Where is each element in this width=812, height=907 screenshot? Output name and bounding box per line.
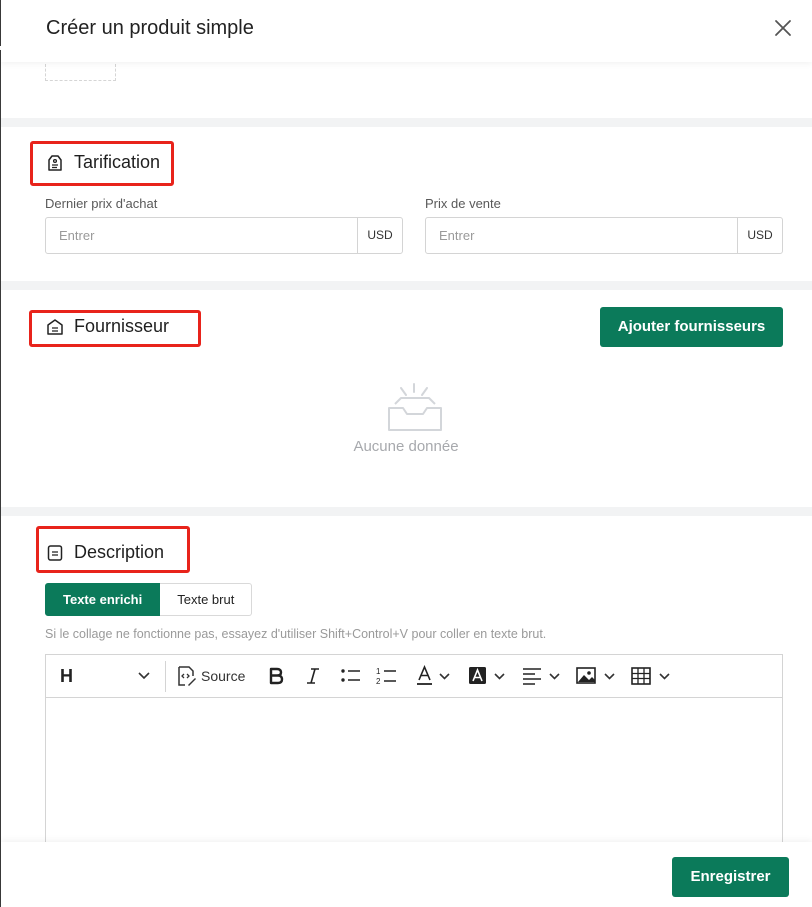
supplier-section-header: Fournisseur (46, 316, 169, 337)
section-divider (1, 507, 812, 516)
image-upload-placeholder-edge (45, 64, 116, 81)
section-divider (1, 118, 812, 127)
sale-price-currency: USD (737, 218, 782, 253)
description-section-header: Description (46, 542, 164, 563)
editor-mode-tabs: Texte enrichi Texte brut (45, 583, 253, 616)
add-supplier-button[interactable]: Ajouter fournisseurs (600, 307, 783, 347)
align-icon (523, 668, 560, 685)
sale-price-label: Prix de vente (425, 196, 501, 211)
bold-icon (269, 667, 284, 685)
heading-label: H (60, 665, 73, 686)
supplier-title: Fournisseur (74, 316, 170, 336)
align-button[interactable] (522, 655, 562, 697)
bold-button[interactable] (268, 655, 284, 697)
pricing-section-header: Tarification (46, 152, 160, 173)
dialog-footer: Enregistrer (1, 842, 812, 907)
numbered-list-icon: 1 2 (376, 667, 396, 686)
svg-text:2: 2 (376, 677, 381, 686)
image-button[interactable] (576, 655, 618, 697)
save-button[interactable]: Enregistrer (672, 857, 789, 897)
paste-hint: Si le collage ne fonctionne pas, essayez… (45, 627, 547, 641)
font-color-icon (417, 665, 450, 685)
table-icon (631, 667, 670, 685)
table-button[interactable] (631, 655, 673, 697)
dialog-title: Créer un produit simple (46, 17, 254, 39)
image-icon (576, 667, 615, 684)
rich-text-editor: H Source 1 2 (45, 654, 783, 854)
sale-price-placeholder[interactable]: Entrer (426, 218, 737, 253)
tab-rich-text[interactable]: Texte enrichi (45, 583, 161, 616)
tab-plain-text[interactable]: Texte brut (160, 583, 253, 616)
purchase-price-input[interactable]: Entrer USD (45, 217, 403, 254)
heading-dropdown-icon[interactable] (138, 655, 150, 697)
toolbar-separator (165, 661, 166, 692)
italic-button[interactable] (306, 655, 320, 697)
empty-state-text: Aucune donnée (353, 438, 459, 455)
editor-content-area[interactable] (46, 698, 782, 854)
purchase-price-placeholder[interactable]: Entrer (46, 218, 357, 253)
purchase-price-currency: USD (357, 218, 402, 253)
section-divider (1, 281, 812, 290)
bulleted-list-icon (341, 669, 360, 682)
highlight-color-button[interactable] (468, 655, 508, 697)
price-tag-icon (48, 154, 62, 171)
source-button[interactable]: Source (175, 655, 245, 697)
empty-inbox-icon (388, 383, 442, 431)
supplier-icon (47, 318, 63, 335)
purchase-price-label: Dernier prix d'achat (45, 196, 158, 211)
italic-icon (307, 668, 319, 684)
font-color-button[interactable] (416, 655, 452, 697)
editor-toolbar: H Source 1 2 (46, 655, 782, 698)
highlight-color-icon (469, 667, 505, 684)
sale-price-input[interactable]: Entrer USD (425, 217, 783, 254)
numbered-list-button[interactable]: 1 2 (376, 655, 398, 697)
source-label: Source (201, 668, 246, 684)
bulleted-list-button[interactable] (340, 655, 362, 697)
close-icon[interactable] (772, 17, 794, 39)
pricing-title: Tarification (74, 152, 161, 172)
document-icon (47, 544, 63, 561)
description-title: Description (74, 542, 165, 562)
dialog-header: Créer un produit simple (1, 0, 812, 62)
svg-text:1: 1 (376, 667, 381, 676)
heading-dropdown[interactable]: H (60, 655, 73, 697)
source-code-icon (178, 666, 196, 686)
